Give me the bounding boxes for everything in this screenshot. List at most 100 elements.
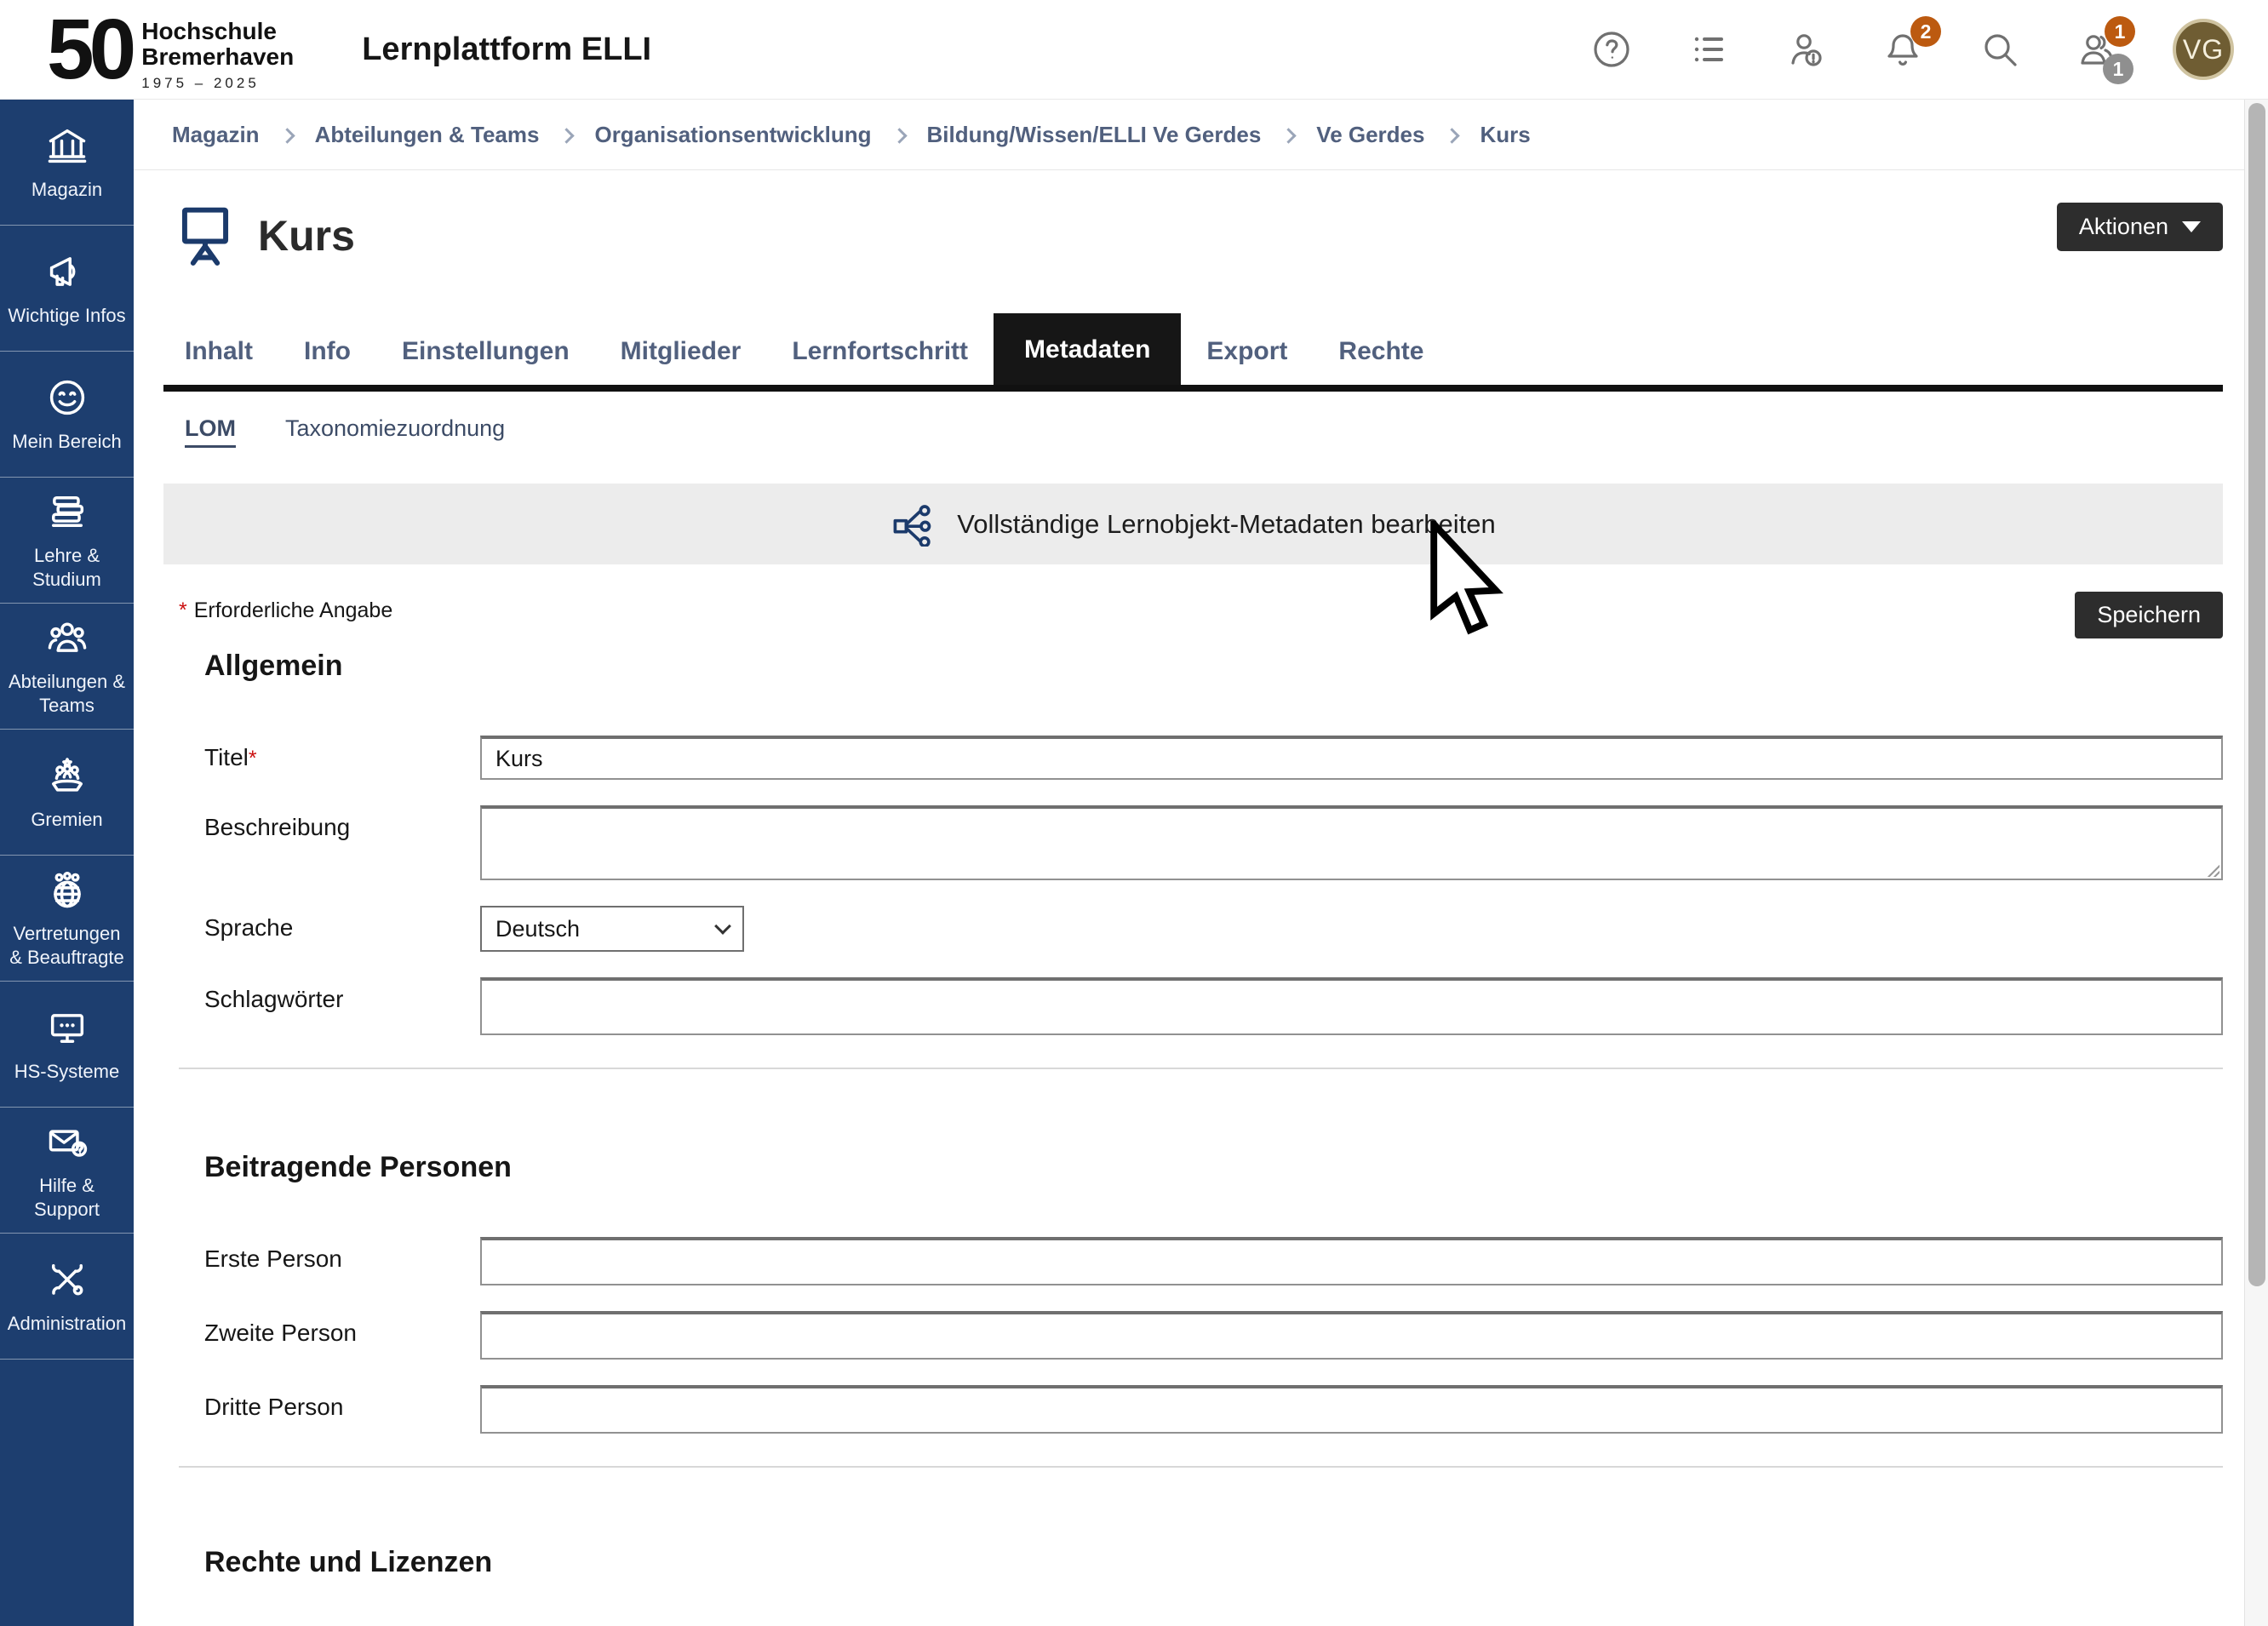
main-area: Magazin Abteilungen & Teams Organisation…: [134, 100, 2244, 1626]
avatar[interactable]: VG: [2173, 19, 2234, 80]
sidebar-item-gremien[interactable]: Gremien: [0, 730, 134, 856]
tabs: Inhalt Info Einstellungen Mitglieder Ler…: [163, 313, 2223, 392]
chevron-right-icon: [1281, 128, 1297, 143]
people-group-icon: [45, 615, 89, 660]
sidebar-item-mein-bereich[interactable]: Mein Bereich: [0, 352, 134, 478]
task-list-icon[interactable]: [1687, 28, 1730, 71]
breadcrumb-item[interactable]: Organisationsentwicklung: [594, 122, 871, 148]
app-header: 50 Hochschule Bremerhaven 1975 – 2025 Le…: [0, 0, 2268, 100]
actions-button[interactable]: Aktionen: [2057, 203, 2223, 251]
schlagwoerter-input[interactable]: [480, 977, 2223, 1035]
sprache-label: Sprache: [163, 906, 480, 942]
mail-question-icon: [45, 1119, 89, 1164]
smiley-icon: [45, 375, 89, 420]
banner-label: Vollständige Lernobjekt-Metadaten bearbe…: [957, 509, 1496, 540]
erste-person-label: Erste Person: [163, 1237, 480, 1273]
tab-einstellungen[interactable]: Einstellungen: [376, 320, 595, 385]
breadcrumb-item[interactable]: Bildung/Wissen/ELLI Ve Gerdes: [927, 122, 1262, 148]
sprache-selected-value: Deutsch: [495, 916, 580, 942]
tab-mitglieder[interactable]: Mitglieder: [595, 320, 767, 385]
tab-rechte[interactable]: Rechte: [1313, 320, 1449, 385]
form-row-dritte-person: Dritte Person: [163, 1385, 2223, 1434]
contacts-badge-bottom: 1: [2103, 54, 2133, 84]
subtab-lom[interactable]: LOM: [185, 415, 236, 448]
erste-person-input[interactable]: [480, 1237, 2223, 1285]
app-title: Lernplattform ELLI: [362, 31, 651, 68]
sidebar-item-abteilungen-teams[interactable]: Abteilungen & Teams: [0, 604, 134, 730]
beschreibung-textarea[interactable]: [480, 805, 2223, 880]
bell-icon[interactable]: 2: [1881, 28, 1924, 71]
sidebar-item-hilfe-support[interactable]: Hilfe & Support: [0, 1108, 134, 1234]
page-scrollbar[interactable]: [2244, 100, 2268, 1626]
dritte-person-input[interactable]: [480, 1385, 2223, 1434]
breadcrumb: Magazin Abteilungen & Teams Organisation…: [134, 100, 2244, 170]
form-row-beschreibung: Beschreibung: [163, 805, 2223, 880]
sidebar-item-lehre-studium[interactable]: Lehre & Studium: [0, 478, 134, 604]
bell-badge: 2: [1910, 16, 1941, 47]
section-heading-allgemein: Allgemein: [204, 650, 2223, 683]
tools-icon: [45, 1257, 89, 1302]
save-button[interactable]: Speichern: [2075, 592, 2223, 638]
section-heading-rechte: Rechte und Lizenzen: [204, 1546, 2223, 1579]
form-row-zweite-person: Zweite Person: [163, 1311, 2223, 1360]
required-hint: *Erforderliche Angabe: [179, 598, 392, 623]
globe-people-icon: [45, 867, 89, 912]
tab-metadaten[interactable]: Metadaten: [994, 313, 1181, 385]
user-status-icon[interactable]: [1784, 28, 1827, 71]
course-board-icon: [176, 202, 234, 271]
form-row-schlagwoerter: Schlagwörter: [163, 977, 2223, 1035]
logo-line1: Hochschule: [141, 19, 294, 43]
zweite-person-input[interactable]: [480, 1311, 2223, 1360]
monitor-icon: [45, 1005, 89, 1050]
chevron-down-icon: [714, 918, 731, 935]
page-title: Kurs: [258, 211, 355, 261]
zweite-person-label: Zweite Person: [163, 1311, 480, 1347]
section-divider: [179, 1068, 2223, 1069]
contacts-icon[interactable]: 1 1: [2076, 28, 2118, 71]
subtab-taxonomiezuordnung[interactable]: Taxonomiezuordnung: [285, 415, 505, 448]
share-fork-icon: [891, 502, 935, 547]
breadcrumb-item[interactable]: Kurs: [1480, 122, 1530, 148]
resize-grip-icon[interactable]: [2204, 862, 2219, 877]
tab-lernfortschritt[interactable]: Lernfortschritt: [766, 320, 994, 385]
schlagwoerter-label: Schlagwörter: [163, 977, 480, 1013]
help-icon[interactable]: [1590, 28, 1633, 71]
megaphone-icon: [45, 249, 89, 294]
titel-input[interactable]: [480, 736, 2223, 780]
tab-export[interactable]: Export: [1181, 320, 1313, 385]
logo-50-text: 50: [47, 7, 131, 92]
bank-icon: [45, 123, 89, 168]
form-row-titel: Titel*: [163, 736, 2223, 780]
beschreibung-label: Beschreibung: [163, 805, 480, 841]
sidebar-item-administration[interactable]: Administration: [0, 1234, 134, 1360]
section-heading-beitragende: Beitragende Personen: [204, 1151, 2223, 1184]
sidebar-item-hs-systeme[interactable]: HS-Systeme: [0, 982, 134, 1108]
logo-line2: Bremerhaven: [141, 44, 294, 69]
dritte-person-label: Dritte Person: [163, 1385, 480, 1421]
breadcrumb-item[interactable]: Ve Gerdes: [1316, 122, 1424, 148]
sidebar-item-vertretungen[interactable]: Vertretungen & Beauftragte: [0, 856, 134, 982]
logo-years: 1975 – 2025: [141, 75, 294, 92]
sidebar-item-wichtige-infos[interactable]: Wichtige Infos: [0, 226, 134, 352]
content: Kurs Aktionen Inhalt Info Einstellungen …: [134, 198, 2244, 1626]
search-icon[interactable]: [1979, 28, 2021, 71]
titel-label: Titel*: [163, 736, 480, 771]
edit-full-metadata-banner[interactable]: Vollständige Lernobjekt-Metadaten bearbe…: [163, 484, 2223, 564]
page-title-row: Kurs Aktionen: [176, 198, 2223, 274]
tab-inhalt[interactable]: Inhalt: [159, 320, 278, 385]
section-divider: [179, 1466, 2223, 1468]
caret-down-icon: [2182, 221, 2201, 232]
hsb-logo[interactable]: 50 Hochschule Bremerhaven 1975 – 2025: [47, 7, 294, 92]
breadcrumb-item[interactable]: Abteilungen & Teams: [315, 122, 540, 148]
header-icon-bar: 2 1 1 VG: [1590, 19, 2234, 80]
contacts-badge-top: 1: [2105, 16, 2135, 47]
sidebar-item-magazin[interactable]: Magazin: [0, 100, 134, 226]
form-row-erste-person: Erste Person: [163, 1237, 2223, 1285]
form-row-sprache: Sprache Deutsch: [163, 906, 2223, 952]
books-icon: [45, 490, 89, 534]
sprache-select[interactable]: Deutsch: [480, 906, 744, 952]
tab-info[interactable]: Info: [278, 320, 376, 385]
scrollbar-thumb[interactable]: [2248, 103, 2265, 1286]
subtabs: LOM Taxonomiezuordnung: [185, 415, 2223, 448]
breadcrumb-item[interactable]: Magazin: [172, 122, 260, 148]
